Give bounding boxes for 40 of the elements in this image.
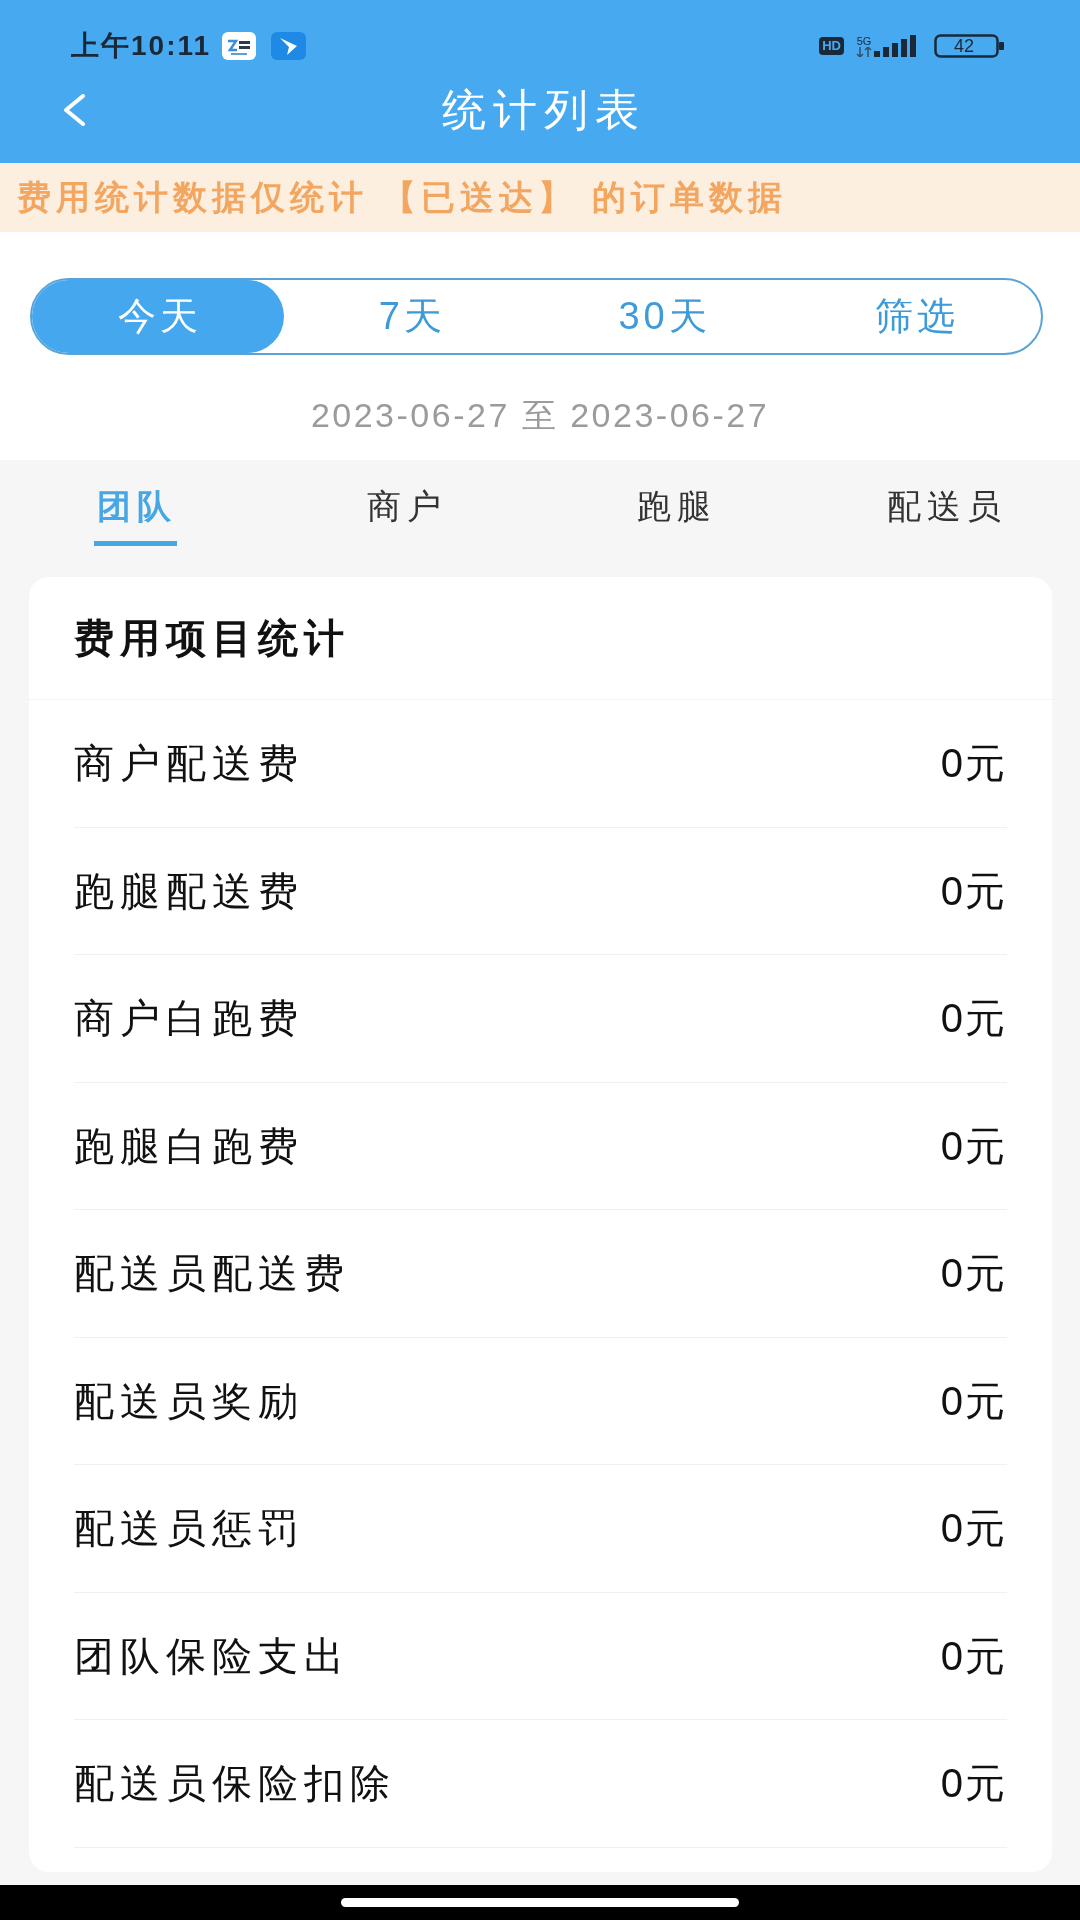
signal-bars-icon: [874, 35, 918, 57]
data-arrows-icon: [856, 47, 872, 57]
range-tab[interactable]: 7天: [284, 280, 537, 353]
battery-icon: [934, 34, 1004, 58]
fee-value: 0元: [940, 870, 1007, 911]
range-tab[interactable]: 筛选: [788, 280, 1041, 353]
fee-value: 0元: [940, 1125, 1007, 1166]
fee-value: 0元: [940, 1253, 1007, 1294]
card-title: 费用项目统计: [74, 618, 350, 658]
status-time: 上午10:11: [71, 32, 212, 60]
fee-value: 0元: [940, 1508, 1007, 1549]
fee-label: 商户配送费: [74, 743, 304, 784]
app-icon: [222, 32, 257, 60]
category-tab[interactable]: 配送员: [883, 486, 1007, 546]
fee-label: 跑腿白跑费: [74, 1125, 304, 1166]
battery-level-text: 42: [954, 36, 975, 56]
date-range-text: 2023-06-27 至 2023-06-27: [310, 395, 770, 435]
fee-label: 配送员奖励: [74, 1380, 304, 1421]
fee-value: 0元: [940, 1763, 1007, 1804]
fee-value: 0元: [940, 998, 1007, 1039]
fee-label: 商户白跑费: [74, 998, 304, 1039]
range-tab[interactable]: 30天: [536, 280, 789, 353]
network-type-label: 5G: [856, 35, 872, 47]
page-title: 统计列表: [440, 88, 646, 132]
category-tab[interactable]: 商户: [363, 486, 447, 546]
category-tab[interactable]: 团队: [93, 486, 177, 546]
fee-label: 跑腿配送费: [74, 870, 304, 911]
range-tab[interactable]: 今天: [32, 280, 285, 353]
fee-label: 团队保险支出: [74, 1635, 350, 1676]
fee-value: 0元: [940, 1380, 1007, 1421]
fee-label: 配送员惩罚: [74, 1508, 304, 1549]
fee-label: 配送员保险扣除: [74, 1763, 396, 1804]
hd-indicator: HD: [819, 37, 844, 55]
fee-value: 0元: [940, 743, 1007, 784]
fee-label: 配送员配送费: [74, 1253, 350, 1294]
app-icon: [271, 32, 307, 60]
fee-value: 0元: [940, 1635, 1007, 1676]
chevron-left-icon: [62, 94, 86, 126]
category-tab[interactable]: 跑腿: [633, 486, 717, 546]
notice-banner: 费用统计数据仅统计 【已送达】 的订单数据: [0, 163, 1080, 232]
